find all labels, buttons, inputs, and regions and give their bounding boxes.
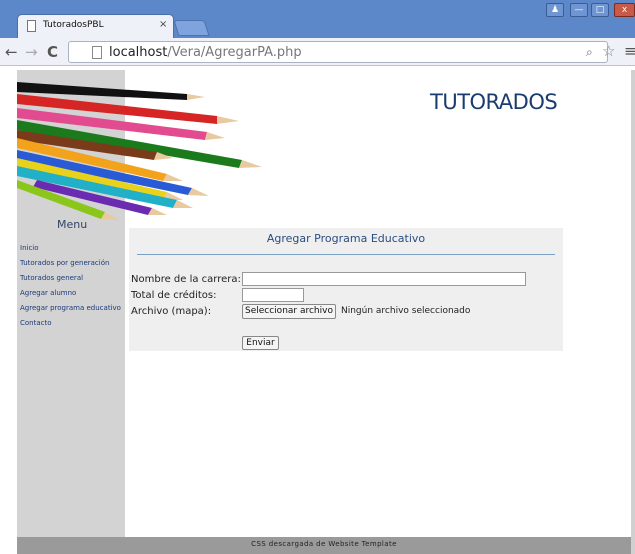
tab-close-button[interactable]: ×: [159, 19, 167, 30]
new-tab-button[interactable]: [173, 20, 210, 36]
url-path: /Vera/AgregarPA.php: [167, 45, 302, 60]
user-icon[interactable]: ♟: [546, 3, 564, 17]
browser-tab[interactable]: TutoradosPBL ×: [17, 14, 174, 38]
forward-arrow-icon[interactable]: →: [25, 43, 38, 61]
carrera-input[interactable]: [242, 272, 526, 286]
creditos-label: Total de créditos:: [131, 290, 217, 301]
sidebar-item-tutorados-general[interactable]: Tutorados general: [20, 274, 124, 283]
sidebar-item-contacto[interactable]: Contacto: [20, 319, 124, 328]
sidebar-item-agregar-alumno[interactable]: Agregar alumno: [20, 289, 124, 298]
sidebar-item-tutorados-por-generacion[interactable]: Tutorados por generación: [20, 259, 124, 268]
url-host: localhost: [109, 45, 168, 60]
tab-title: TutoradosPBL: [43, 20, 104, 30]
document-icon: [27, 20, 36, 32]
browser-titlebar: TutoradosPBL × ♟ — □ x: [0, 0, 635, 38]
scrollbar[interactable]: [631, 70, 635, 554]
url-input[interactable]: localhost/Vera/AgregarPA.php: [68, 41, 608, 63]
url-text[interactable]: localhost/Vera/AgregarPA.php: [109, 45, 302, 60]
file-status: Ningún archivo seleccionado: [341, 306, 471, 316]
form-panel: Agregar Programa Educativo Nombre de la …: [129, 228, 563, 351]
sidebar-nav: Inicio Tutorados por generación Tutorado…: [20, 244, 124, 334]
web-page: TUTORADOS Menu Inicio Tutorados por gene…: [17, 70, 631, 554]
reload-icon[interactable]: C: [47, 43, 58, 61]
zoom-icon[interactable]: ⌕: [586, 45, 593, 60]
sidebar-item-agregar-programa-educativo[interactable]: Agregar programa educativo: [20, 304, 124, 313]
address-bar: ← → C localhost/Vera/AgregarPA.php: [0, 38, 635, 66]
archivo-label: Archivo (mapa):: [131, 306, 212, 317]
footer: CSS descargada de Website Template: [17, 537, 631, 554]
menu-heading: Menu: [57, 218, 88, 231]
minimize-button[interactable]: —: [570, 3, 588, 17]
submit-button[interactable]: Enviar: [242, 336, 279, 350]
maximize-button[interactable]: □: [591, 3, 609, 17]
close-window-button[interactable]: x: [614, 3, 635, 17]
carrera-label: Nombre de la carrera:: [131, 274, 241, 285]
footer-text: CSS descargada de Website Template: [251, 540, 397, 548]
sidebar-item-inicio[interactable]: Inicio: [20, 244, 124, 253]
creditos-input[interactable]: [242, 288, 304, 302]
pencils-banner-image: [17, 82, 262, 220]
select-file-button[interactable]: Seleccionar archivo: [242, 304, 336, 319]
menu-icon[interactable]: ≡: [624, 42, 635, 60]
site-title: TUTORADOS: [430, 90, 558, 114]
title-divider: [137, 254, 555, 255]
star-icon[interactable]: ☆: [602, 42, 615, 60]
form-title: Agregar Programa Educativo: [266, 232, 426, 245]
back-arrow-icon[interactable]: ←: [5, 43, 18, 61]
page-icon: [92, 46, 102, 59]
